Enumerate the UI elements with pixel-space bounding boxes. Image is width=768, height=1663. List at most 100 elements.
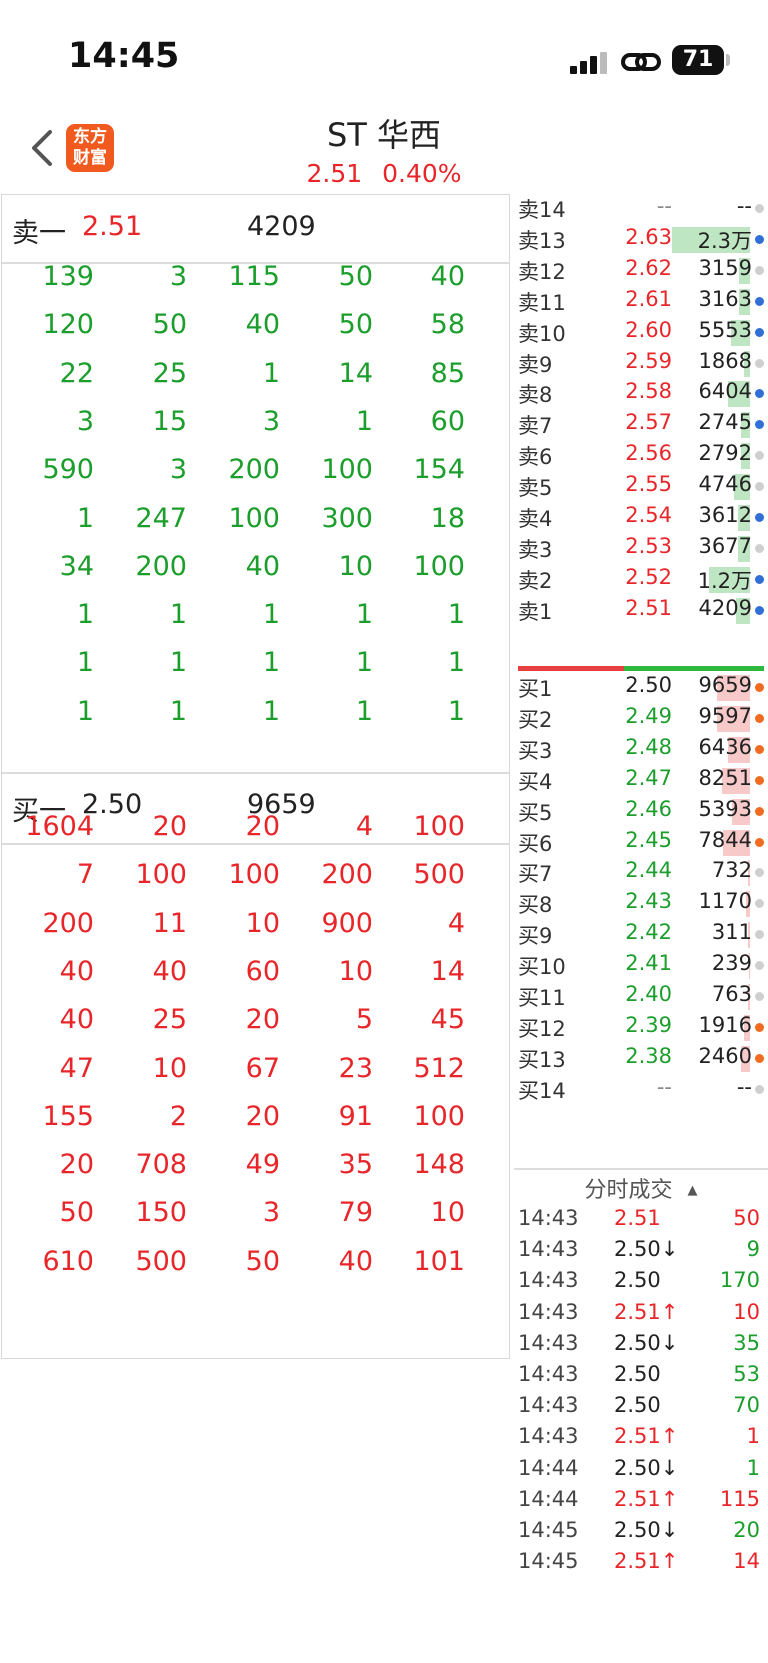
ask-queue-cell: 3 — [76, 405, 94, 437]
bid-level-row[interactable]: 买12 2.39 1916 — [514, 1013, 768, 1045]
bid-queue-cell: 47 — [59, 1052, 94, 1084]
bid-level-label: 买11 — [518, 986, 566, 1010]
bid-level-price: 2.49 — [625, 703, 672, 728]
ask-queue-row: 1 247 100 300 18 — [2, 503, 509, 539]
ask-level-dot-icon — [755, 234, 764, 244]
tick-time: 14:43 — [518, 1237, 579, 1262]
bid-level-row[interactable]: 买4 2.47 8251 — [514, 766, 768, 798]
tick-price: 2.50↓ — [614, 1455, 679, 1480]
bid-level-row[interactable]: 买14 -- -- — [514, 1075, 768, 1107]
buy-ratio-fill — [518, 666, 624, 671]
ask-level-row[interactable]: 卖9 2.59 1868 — [514, 349, 768, 381]
ask-level-row[interactable]: 卖1 2.51 4209 — [514, 596, 768, 628]
bid-queue-cell: 20 — [152, 811, 187, 842]
bid-level-row[interactable]: 买13 2.38 2460 — [514, 1044, 768, 1076]
bid-queue-row: 7 100 100 200 500 — [2, 859, 509, 895]
ask-queue-cell: 100 — [413, 550, 465, 582]
bid-queue-cell: 20 — [245, 811, 280, 842]
bid-level-row[interactable]: 买8 2.43 1170 — [514, 889, 768, 921]
bid-level-row[interactable]: 买11 2.40 763 — [514, 982, 768, 1014]
ask-level-row[interactable]: 卖14 -- -- — [514, 194, 768, 226]
bid-queue-cell: 14 — [430, 955, 465, 987]
battery-icon: 71 — [672, 45, 724, 75]
ask-level-row[interactable]: 卖6 2.56 2792 — [514, 441, 768, 473]
bid-level-dot-icon — [755, 961, 764, 971]
ask-level-row[interactable]: 卖10 2.60 5553 — [514, 318, 768, 350]
ask-queue-cell: 100 — [321, 454, 373, 486]
bid-queue-cell: 45 — [430, 1004, 465, 1036]
bid-level-price: 2.43 — [625, 889, 672, 914]
ask-level-row[interactable]: 卖8 2.58 6404 — [514, 379, 768, 411]
ask-level-dot-icon — [755, 358, 764, 368]
ask-level-row[interactable]: 卖11 2.61 3163 — [514, 287, 768, 319]
bid-level-row[interactable]: 买2 2.49 9597 — [514, 704, 768, 736]
bid-level-dot-icon — [755, 1053, 764, 1063]
ask-queue-cell: 1 — [447, 599, 465, 631]
ask-level-row[interactable]: 卖4 2.54 3612 — [514, 503, 768, 535]
bid-level-row[interactable]: 买9 2.42 311 — [514, 920, 768, 952]
bid-queue-cell: 155 — [42, 1100, 94, 1132]
ask-level-row[interactable]: 卖5 2.55 4746 — [514, 472, 768, 504]
ask-level-dot-icon — [755, 265, 764, 275]
bid-level-label: 买2 — [518, 707, 553, 732]
tick-row: 14:44 2.51↑ 115 — [514, 1487, 768, 1519]
bid-queue-cell: 610 — [42, 1245, 94, 1277]
bid-level-volume: 8251 — [698, 765, 752, 790]
ask-level-row[interactable]: 卖12 2.62 3159 — [514, 256, 768, 288]
tick-volume: 35 — [733, 1330, 760, 1355]
ask-level-row[interactable]: 卖3 2.53 3677 — [514, 534, 768, 566]
ask-queue-cell: 1 — [262, 695, 280, 727]
ask-level-row[interactable]: 卖2 2.52 1.2万 — [514, 565, 768, 597]
ask-queue-cell: 300 — [321, 502, 373, 534]
ask-level-label: 卖14 — [518, 198, 566, 222]
bid-level-dot-icon — [755, 868, 764, 878]
ask-level-row[interactable]: 卖7 2.57 2745 — [514, 410, 768, 442]
bid-queue-cell: 79 — [338, 1197, 373, 1229]
bid-level-label: 买5 — [518, 800, 553, 825]
tick-time: 14:43 — [518, 1393, 579, 1418]
bid-level-volume: 1170 — [698, 889, 752, 914]
bid-level-row[interactable]: 买7 2.44 732 — [514, 858, 768, 890]
ask-level-price: 2.62 — [625, 255, 672, 280]
bid-level-row[interactable]: 买3 2.48 6436 — [514, 735, 768, 767]
ask-level-price: 2.53 — [625, 533, 672, 558]
bid-level-row[interactable]: 买5 2.46 5393 — [514, 797, 768, 829]
tick-row: 14:45 2.51↑ 14 — [514, 1549, 768, 1581]
tick-price: 2.50↓ — [614, 1518, 679, 1542]
ask-queue-cell: 50 — [152, 309, 187, 341]
ticks-header[interactable]: 分时成交 ▲ — [514, 1172, 768, 1208]
ask-level-dot-icon — [755, 327, 764, 337]
tick-time: 14:44 — [518, 1486, 579, 1511]
tick-row: 14:43 2.50 53 — [514, 1362, 768, 1394]
ask-queue-cell: 200 — [228, 454, 280, 486]
bid-level-row[interactable]: 买10 2.41 239 — [514, 951, 768, 983]
bid-level-row[interactable]: 买1 2.50 9659 — [514, 673, 768, 705]
ask-level-volume: 3612 — [698, 503, 752, 527]
bid-queue-cell: 10 — [430, 1197, 465, 1229]
bid-queue-cell: 7 — [76, 859, 94, 891]
ask-queue-row: 22 25 1 14 85 — [2, 358, 509, 394]
bid-queue-cell: 35 — [338, 1149, 373, 1181]
ask-level-price: 2.58 — [625, 379, 672, 404]
tick-price: 2.51 — [614, 1206, 661, 1230]
ask-queue-cell: 50 — [338, 261, 373, 292]
tick-row: 14:44 2.50↓ 1 — [514, 1456, 768, 1488]
ask-level-volume: 4209 — [698, 595, 752, 620]
bid-queue-cell: 23 — [338, 1052, 373, 1084]
bid-level-row[interactable]: 买6 2.45 7844 — [514, 828, 768, 860]
bid-queue-cell: 500 — [135, 1245, 187, 1277]
bid-level-dot-icon — [755, 683, 764, 692]
order-queue-panel: 卖一 2.51 4209 139 3 115 50 40 120 50 40 50 58 22 25 1… — [1, 194, 510, 1359]
ask-level-price: 2.56 — [625, 441, 672, 466]
tick-time: 14:43 — [518, 1362, 579, 1386]
ask-level-row[interactable]: 卖13 2.63 2.3万 — [514, 225, 768, 257]
ask-level-dot-icon — [755, 389, 764, 399]
ask-summary-price: 2.51 — [82, 211, 143, 242]
ask-queue-cell: 40 — [430, 261, 465, 292]
bid-queue-cell: 150 — [135, 1197, 187, 1229]
ask-level-dot-icon — [755, 543, 764, 553]
bid-level-label: 买9 — [518, 924, 553, 949]
bid-queue-cell: 40 — [59, 955, 94, 987]
tick-time: 14:45 — [518, 1549, 579, 1574]
ask-level-volume: 3677 — [698, 533, 752, 558]
